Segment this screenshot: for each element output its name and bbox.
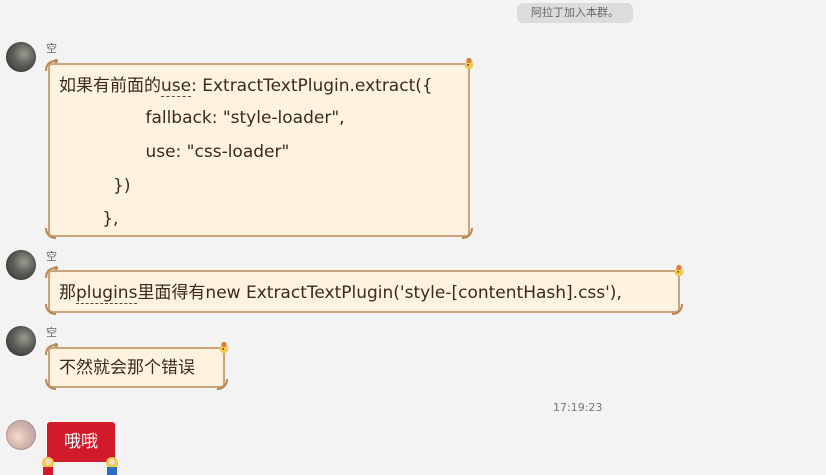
message-bubble[interactable]: 不然就会那个错误 (45, 341, 229, 390)
chick-mascot-icon (219, 341, 229, 354)
bubble-corner-ornament-icon (216, 378, 228, 390)
message-timestamp: 17:19:23 (553, 401, 603, 414)
avatar[interactable] (6, 326, 36, 356)
message-text: 里面得有new ExtractTextPlugin('style-[conten… (137, 283, 622, 303)
message-line: }) (59, 176, 131, 196)
message-line: }, (59, 209, 119, 229)
system-notice: 阿拉丁加入本群。 (517, 3, 633, 23)
bubble-corner-ornament-icon (461, 227, 473, 239)
message-text: 哦哦 (64, 432, 98, 452)
avatar[interactable] (6, 42, 36, 72)
bubble-corner-ornament-icon (45, 266, 58, 279)
message-line: 如果有前面的use: ExtractTextPlugin.extract({ (59, 75, 433, 97)
sender-name[interactable]: 空 (46, 324, 57, 340)
sender-name[interactable]: 空 (46, 40, 57, 56)
message-bubble[interactable]: 如果有前面的use: ExtractTextPlugin.extract({ f… (45, 57, 474, 239)
message-line: fallback: "style-loader", (59, 108, 345, 128)
message-bubble[interactable]: 那plugins里面得有new ExtractTextPlugin('style… (45, 264, 684, 315)
my-avatar[interactable] (6, 420, 36, 450)
festive-dolls-icon (42, 457, 118, 475)
message-text: 那 (59, 283, 76, 303)
bubble-corner-ornament-icon (45, 59, 58, 72)
chick-mascot-icon (464, 57, 474, 70)
chick-mascot-icon (674, 264, 684, 277)
underlined-keyword[interactable]: plugins (76, 283, 138, 304)
bubble-corner-ornament-icon (45, 303, 57, 315)
message-text: 如果有前面的 (59, 76, 161, 96)
avatar[interactable] (6, 250, 36, 280)
message-line: use: "css-loader" (59, 142, 290, 162)
sender-name[interactable]: 空 (46, 248, 57, 264)
bubble-corner-ornament-icon (45, 227, 57, 239)
bubble-corner-ornament-icon (671, 303, 683, 315)
message-text: : ExtractTextPlugin.extract({ (191, 76, 433, 96)
underlined-keyword[interactable]: use (161, 76, 192, 97)
bubble-corner-ornament-icon (45, 343, 58, 356)
message-line: 那plugins里面得有new ExtractTextPlugin('style… (59, 282, 622, 304)
message-line: 不然就会那个错误 (59, 358, 195, 378)
bubble-corner-ornament-icon (45, 378, 57, 390)
